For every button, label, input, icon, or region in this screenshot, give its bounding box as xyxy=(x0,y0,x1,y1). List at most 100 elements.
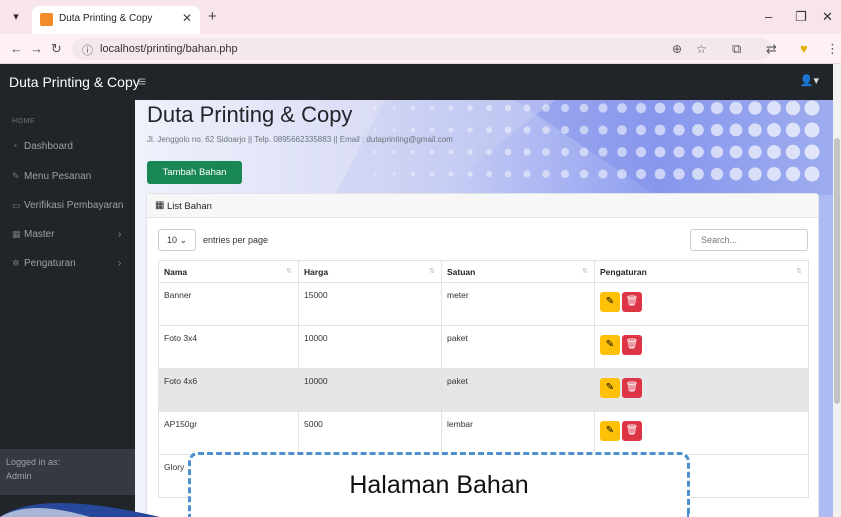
decorative-dot xyxy=(785,166,801,182)
bookmark-star-icon[interactable]: ☆ xyxy=(696,42,707,56)
decorative-dot xyxy=(579,103,589,113)
delete-trash-icon[interactable]: 🗑 xyxy=(622,335,642,355)
edit-pencil-icon[interactable]: ✎ xyxy=(600,421,620,441)
decorative-dot xyxy=(542,104,550,112)
reload-icon[interactable]: ↻ xyxy=(51,41,62,57)
minimize-icon[interactable]: – xyxy=(765,9,772,24)
decorative-dot xyxy=(504,126,512,134)
page-scrollbar[interactable] xyxy=(833,64,841,517)
user-icon[interactable]: 👤▾ xyxy=(800,74,819,87)
tab-close-icon[interactable]: ✕ xyxy=(182,11,192,25)
sort-icon: ⇅ xyxy=(429,268,435,275)
decorative-dot xyxy=(392,128,396,132)
caption-text: Halaman Bahan xyxy=(349,471,529,499)
delete-trash-icon[interactable]: 🗑 xyxy=(622,292,642,312)
edit-pencil-icon[interactable]: ✎ xyxy=(600,292,620,312)
decorative-dot xyxy=(804,166,820,182)
entries-label: entries per page xyxy=(203,235,269,245)
sidebar-item-menu-pesanan[interactable]: ✎ Menu Pesanan xyxy=(12,171,91,182)
add-bahan-button[interactable]: Tambah Bahan xyxy=(147,161,242,184)
browser-tab[interactable]: Duta Printing & Copy ✕ xyxy=(32,6,200,34)
decorative-dot xyxy=(373,106,377,110)
new-tab-icon[interactable]: + xyxy=(208,8,217,25)
profile-icon[interactable]: ♥ xyxy=(800,41,808,56)
edit-pencil-icon[interactable]: ✎ xyxy=(600,335,620,355)
decorative-dot xyxy=(729,123,743,137)
extensions-icon[interactable]: ⧉ xyxy=(732,41,741,57)
column-header-satuan[interactable]: Satuan ⇅ xyxy=(441,260,595,283)
page-subtitle: Jl. Jenggolo no. 62 Sidoarjo || Telp. 08… xyxy=(147,135,453,144)
zoom-icon[interactable]: ⊕ xyxy=(672,42,682,56)
sort-icon: ⇅ xyxy=(796,268,802,275)
decorative-dot xyxy=(748,167,762,181)
card-header: ▦ List Bahan xyxy=(147,194,818,218)
decorative-dot xyxy=(673,102,685,114)
column-header-nama[interactable]: Nama ⇅ xyxy=(158,260,299,283)
browser-menu-icon[interactable]: ⋮ xyxy=(826,41,839,57)
decorative-dot xyxy=(729,145,743,159)
decorative-dot xyxy=(635,124,647,136)
url-field[interactable]: ⓘ localhost/printing/bahan.php ⊕ ☆ xyxy=(72,38,772,60)
decorative-dot xyxy=(710,101,724,115)
column-header-pengaturan[interactable]: Pengaturan ⇅ xyxy=(594,260,809,283)
decorative-dot xyxy=(598,169,608,179)
sidebar-item-verifikasi[interactable]: ▭ Verifikasi Pembayaran xyxy=(12,200,124,211)
cell-satuan: paket xyxy=(441,368,595,412)
decorative-dot xyxy=(560,125,570,135)
decorative-dot xyxy=(654,124,666,136)
decorative-dot xyxy=(392,172,396,176)
decorative-dot xyxy=(785,100,801,116)
cell-harga: 5000 xyxy=(298,411,442,455)
brand-link[interactable]: Duta Printing & Copy xyxy=(9,74,140,90)
logged-in-label: Logged in as: xyxy=(6,457,61,467)
decorative-dot xyxy=(579,169,589,179)
decorative-dot xyxy=(673,124,685,136)
search-input[interactable]: Search... xyxy=(690,229,808,251)
translate-icon[interactable]: ⇄ xyxy=(766,41,777,57)
favicon-icon xyxy=(40,13,53,26)
decorative-dot xyxy=(767,101,781,115)
decorative-dot xyxy=(467,171,473,177)
window-close-icon[interactable]: ✕ xyxy=(822,9,833,25)
decorative-dot xyxy=(617,169,627,179)
column-header-harga[interactable]: Harga ⇅ xyxy=(298,260,442,283)
back-icon[interactable]: ← xyxy=(10,41,23,56)
sort-icon: ⇅ xyxy=(582,268,588,275)
tab-search-chevron-icon[interactable]: ▾ xyxy=(8,9,24,25)
decorative-dot xyxy=(448,149,454,155)
decorative-dot xyxy=(673,168,685,180)
decorative-dot xyxy=(767,145,781,159)
decorative-dot xyxy=(410,171,416,177)
hamburger-icon[interactable]: ≡ xyxy=(138,73,146,89)
decorative-dot xyxy=(429,149,435,155)
decorative-dot xyxy=(429,171,435,177)
entries-select[interactable]: 10 ⌄ xyxy=(158,229,196,251)
decorative-dot xyxy=(504,148,512,156)
decorative-dot xyxy=(429,127,435,133)
sidebar-item-dashboard[interactable]: ◔ Dashboard xyxy=(12,141,73,152)
decorative-dot xyxy=(523,170,531,178)
cell-nama: AP150gr xyxy=(158,411,299,455)
decorative-dot xyxy=(804,144,820,160)
cell-harga: 10000 xyxy=(298,368,442,412)
site-info-icon[interactable]: ⓘ xyxy=(82,42,93,58)
url-text[interactable]: localhost/printing/bahan.php xyxy=(100,43,238,55)
cell-satuan: paket xyxy=(441,325,595,369)
decorative-dot xyxy=(579,147,589,157)
sidebar-item-pengaturan[interactable]: ✲ Pengaturan xyxy=(12,258,76,269)
delete-trash-icon[interactable]: 🗑 xyxy=(622,421,642,441)
scroll-thumb[interactable] xyxy=(834,138,840,404)
edit-pencil-icon[interactable]: ✎ xyxy=(600,378,620,398)
table-row: Foto 3x4 10000 paket ✎ 🗑 xyxy=(158,325,809,369)
decorative-dot xyxy=(579,125,589,135)
maximize-icon[interactable]: ❐ xyxy=(795,9,807,25)
gear-icon: ✲ xyxy=(12,258,20,268)
cell-harga: 10000 xyxy=(298,325,442,369)
card-title: List Bahan xyxy=(167,201,212,212)
app-navbar: Duta Printing & Copy ≡ 👤▾ xyxy=(0,64,841,100)
decorative-dot xyxy=(617,147,627,157)
delete-trash-icon[interactable]: 🗑 xyxy=(622,378,642,398)
sidebar-item-master[interactable]: ▦ Master xyxy=(12,229,55,240)
decorative-dot xyxy=(710,145,724,159)
forward-icon[interactable]: → xyxy=(30,41,43,56)
